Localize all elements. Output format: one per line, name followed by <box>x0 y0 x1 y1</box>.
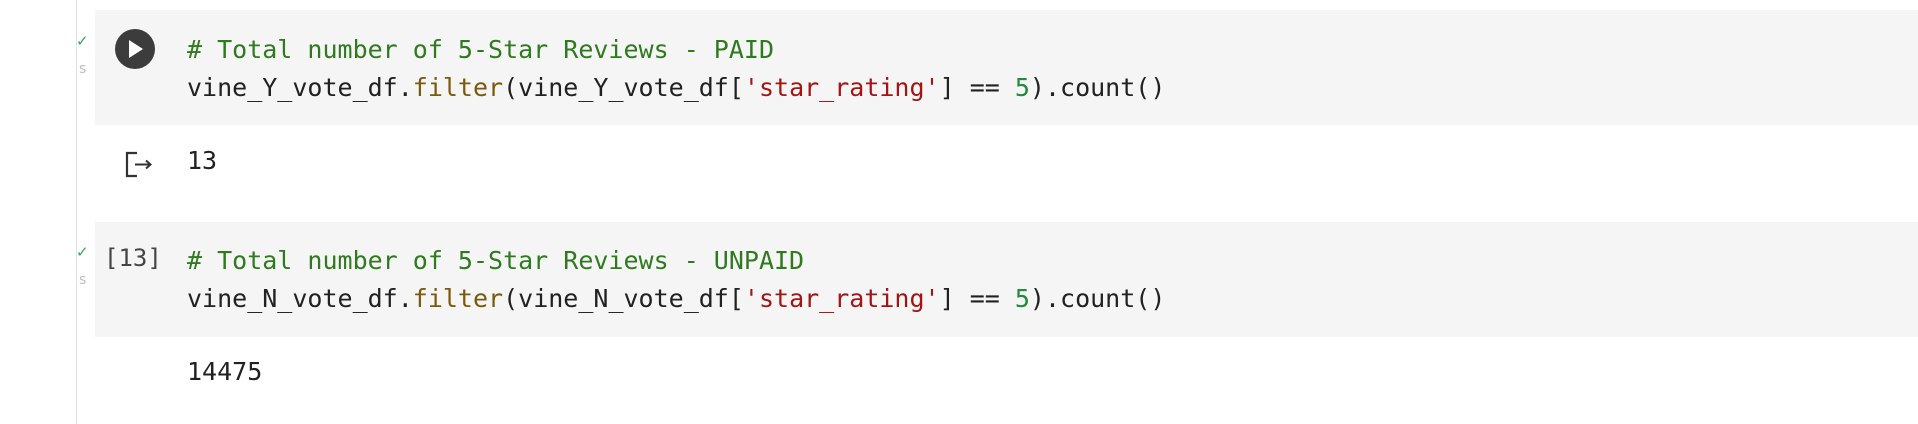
code-string: 'star_rating' <box>743 73 940 102</box>
code-number: 5 <box>1014 284 1030 313</box>
code-dot: . <box>397 284 413 313</box>
code-variable: vine_Y_vote_df <box>187 73 398 102</box>
code-cell-paid[interactable] <box>95 10 1918 125</box>
code-string: 'star_rating' <box>743 284 940 313</box>
code-comment: # Total number of 5-Star Reviews - UNPAI… <box>187 246 805 275</box>
play-icon <box>129 40 143 58</box>
code-number: 5 <box>1014 73 1030 102</box>
left-margin-rule <box>76 0 77 424</box>
cell-status-duration: s <box>79 272 87 288</box>
code-statement: vine_N_vote_df.filter(vine_N_vote_df['st… <box>187 286 1165 311</box>
code-count-call: ).count() <box>1029 73 1166 102</box>
code-operator: ] == <box>939 284 1015 313</box>
code-operator: ] == <box>939 73 1015 102</box>
code-statement: vine_Y_vote_df.filter(vine_Y_vote_df['st… <box>187 75 1165 100</box>
code-args: (vine_Y_vote_df[ <box>503 73 744 102</box>
output-redirect-icon[interactable] <box>123 149 155 179</box>
code-method-filter: filter <box>412 284 504 313</box>
code-cell-unpaid[interactable] <box>95 222 1918 337</box>
code-args: (vine_N_vote_df[ <box>503 284 744 313</box>
code-count-call: ).count() <box>1029 284 1166 313</box>
cell-status-duration: s <box>79 61 87 77</box>
cell-output: 14475 <box>187 357 263 386</box>
code-comment: # Total number of 5-Star Reviews - PAID <box>187 35 774 64</box>
cell-status-check-icon: ✓ <box>76 243 89 261</box>
run-cell-button[interactable] <box>115 29 155 69</box>
cell-status-check-icon: ✓ <box>76 32 89 50</box>
code-dot: . <box>397 73 413 102</box>
execution-count[interactable]: [13] <box>104 246 162 270</box>
code-method-filter: filter <box>412 73 504 102</box>
cell-output: 13 <box>187 146 218 175</box>
code-variable: vine_N_vote_df <box>187 284 398 313</box>
